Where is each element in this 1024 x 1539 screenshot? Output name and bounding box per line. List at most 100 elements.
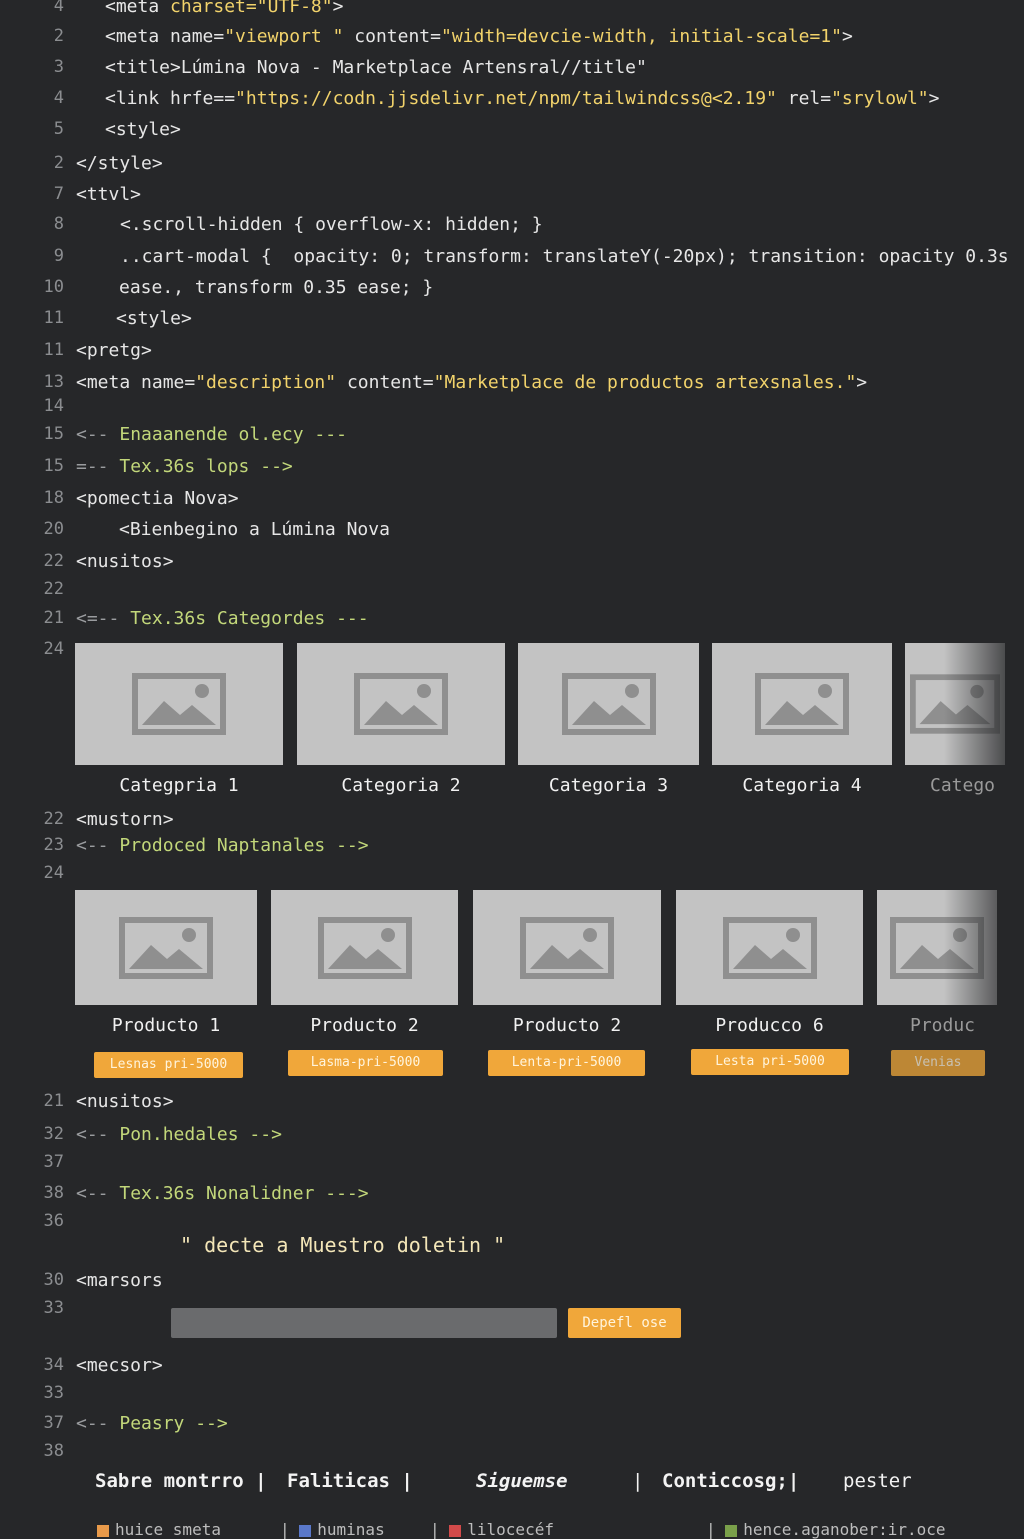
- code-line: <style>: [116, 308, 192, 329]
- code-line: <pretg>: [76, 340, 152, 361]
- newsletter-title: " decte a Muestro doletin ": [180, 1233, 506, 1257]
- price-button-5[interactable]: Venias: [891, 1050, 985, 1076]
- line-number: 33: [43, 1383, 64, 1403]
- line-number: 23: [43, 835, 64, 855]
- product-thumb-3[interactable]: [473, 890, 661, 1005]
- footer-link-contact[interactable]: Conticcosg;|: [662, 1470, 799, 1492]
- product-name-3: Producto 2: [512, 1015, 622, 1036]
- code-line: <style>: [105, 119, 181, 140]
- facebook-icon: [97, 1524, 109, 1537]
- code-line: </style>: [76, 153, 163, 174]
- image-placeholder-icon: [520, 916, 614, 979]
- code-line: =-- Tex.36s lops -->: [76, 456, 293, 477]
- social-link-3[interactable]: | lilocecéf: [430, 1520, 554, 1539]
- line-number: 36: [43, 1211, 64, 1231]
- line-number: 22: [43, 579, 64, 599]
- line-number: 3: [53, 57, 64, 77]
- product-name-1: Producto 1: [111, 1015, 221, 1036]
- product-row: [75, 890, 1024, 1005]
- image-placeholder-icon: [910, 674, 1000, 734]
- pinterest-icon: [449, 1524, 462, 1537]
- footer-link-poster[interactable]: pester: [843, 1470, 912, 1492]
- line-number: 37: [43, 1413, 64, 1433]
- code-line: <-- Peasry -->: [76, 1413, 228, 1434]
- email-input[interactable]: [171, 1308, 557, 1338]
- code-line: <Bienbegino a Lúmina Nova: [119, 519, 390, 540]
- code-line: <=-- Tex.36s Categordes ---: [76, 608, 369, 629]
- product-name-2: Producto 2: [310, 1015, 419, 1036]
- category-label-4: Categoria 4: [742, 775, 862, 796]
- product-thumb-4[interactable]: [676, 890, 863, 1005]
- product-thumb-1[interactable]: [75, 890, 257, 1005]
- code-line: <-- Pon.hedales -->: [76, 1124, 282, 1145]
- line-number: 22: [43, 809, 64, 829]
- code-line: <mustorn>: [76, 809, 174, 830]
- code-line: <pomectia Nova>: [76, 488, 239, 509]
- line-number: 24: [43, 863, 64, 883]
- code-line: <link hrfe=="https://codn.jjsdelivr.net/…: [105, 88, 940, 109]
- footer-separator: |: [632, 1470, 644, 1492]
- code-line: <nusitos>: [76, 1091, 174, 1112]
- image-placeholder-icon: [755, 673, 849, 735]
- code-line: <mecsor>: [76, 1355, 163, 1376]
- line-number: 4: [53, 0, 64, 16]
- image-placeholder-icon: [132, 673, 226, 735]
- instagram-icon: [299, 1524, 312, 1537]
- line-number: 7: [53, 184, 64, 204]
- price-button-3[interactable]: Lenta-pri-5000: [488, 1050, 645, 1076]
- price-button-4[interactable]: Lesta pri-5000: [691, 1049, 849, 1075]
- line-number: 21: [43, 608, 64, 628]
- product-name-4: Producco 6: [715, 1015, 824, 1036]
- code-line: ..cart-modal { opacity: 0; transform: tr…: [120, 246, 1009, 267]
- social-link-2[interactable]: | huminas: [280, 1520, 385, 1539]
- category-thumb-3[interactable]: [518, 643, 699, 765]
- code-line: <meta name="viewport " content="width=de…: [105, 26, 853, 47]
- code-line: <meta charset="UTF-8">: [105, 0, 344, 17]
- line-number: 8: [53, 214, 64, 234]
- category-thumb-5[interactable]: [905, 643, 1005, 765]
- line-number: 15: [43, 424, 64, 444]
- category-thumb-2[interactable]: [297, 643, 505, 765]
- category-label-2: Categoria 2: [341, 775, 461, 796]
- code-line: <-- Enaaanende ol.ecy ---: [76, 424, 347, 445]
- line-number: 33: [43, 1298, 64, 1318]
- email-icon: [725, 1524, 738, 1537]
- code-line: <meta name="description" content="Market…: [76, 372, 868, 393]
- line-number: 14: [43, 396, 64, 416]
- image-placeholder-icon: [119, 916, 213, 979]
- line-number: 38: [43, 1441, 64, 1461]
- line-number: 20: [43, 519, 64, 539]
- code-line: <.scroll-hidden { overflow-x: hidden; }: [120, 214, 543, 235]
- footer-link-about[interactable]: Sabre montrro |: [95, 1470, 267, 1492]
- image-placeholder-icon: [317, 916, 412, 979]
- product-thumb-2[interactable]: [271, 890, 458, 1005]
- category-thumb-4[interactable]: [712, 643, 892, 765]
- social-link-4[interactable]: | hence.aganober:ir.oce: [706, 1520, 946, 1539]
- line-number: 13: [43, 372, 64, 392]
- line-number: 21: [43, 1091, 64, 1111]
- line-number: 10: [43, 277, 64, 297]
- category-thumb-1[interactable]: [75, 643, 283, 765]
- line-number: 24: [43, 639, 64, 659]
- image-placeholder-icon: [561, 673, 656, 735]
- product-thumb-5[interactable]: [877, 890, 997, 1005]
- price-button-1[interactable]: Lesnas pri-5000: [94, 1052, 243, 1078]
- line-number: 34: [43, 1355, 64, 1375]
- image-placeholder-icon: [722, 916, 817, 979]
- line-number: 9: [53, 246, 64, 266]
- line-number: 22: [43, 551, 64, 571]
- line-number: 11: [43, 340, 64, 360]
- category-label-5: Catego: [930, 775, 996, 796]
- code-line: <-- Prodoced Naptanales -->: [76, 835, 369, 856]
- footer-link-policies[interactable]: Faliticas |: [287, 1470, 413, 1492]
- image-placeholder-icon: [354, 673, 448, 735]
- price-button-2[interactable]: Lasma-pri-5000: [288, 1050, 443, 1076]
- code-line: <title>Lúmina Nova - Marketplace Artensr…: [105, 57, 647, 78]
- image-placeholder-icon: [890, 916, 984, 979]
- subscribe-button[interactable]: Depefl ose: [568, 1308, 681, 1338]
- line-number: 11: [43, 308, 64, 328]
- social-link-1[interactable]: huice smeta: [97, 1520, 221, 1539]
- line-number: 4: [53, 88, 64, 108]
- footer-link-follow[interactable]: Siguemse: [476, 1470, 568, 1492]
- line-number: 15: [43, 456, 64, 476]
